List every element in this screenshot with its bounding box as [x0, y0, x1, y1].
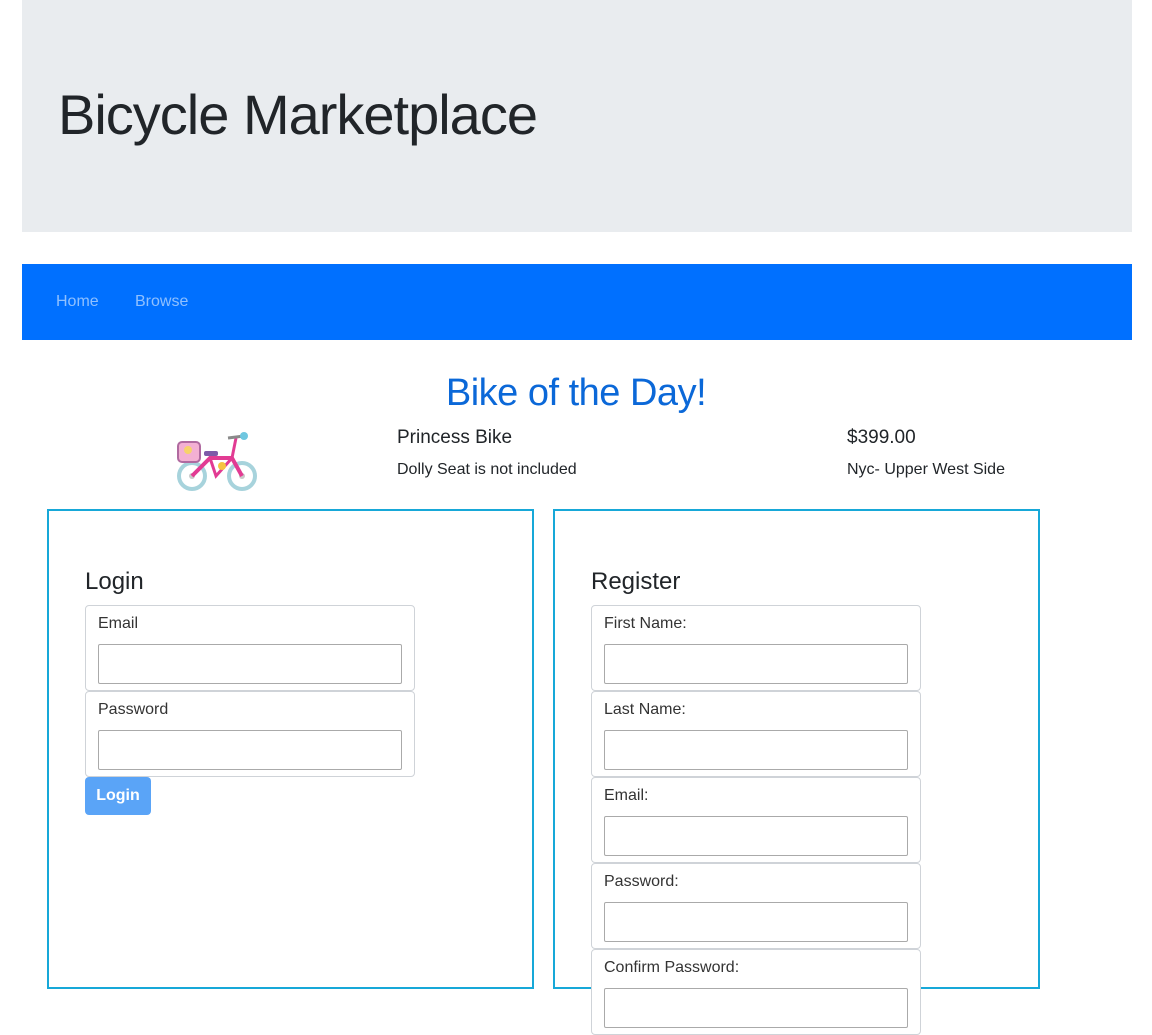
site-title: Bicycle Marketplace [58, 83, 538, 146]
register-panel: Register First Name: Last Name: Email: P… [553, 509, 1040, 1035]
nav-home-link[interactable]: Home [56, 293, 99, 311]
confirm-password-label: Confirm Password: [604, 959, 740, 976]
login-password-label: Password [98, 701, 169, 718]
register-last-name-group: Last Name: [591, 691, 921, 777]
login-title: Login [85, 568, 144, 595]
bike-description: Dolly Seat is not included [397, 461, 577, 478]
register-email-input[interactable] [604, 816, 908, 856]
first-name-label: First Name: [604, 615, 687, 632]
first-name-input[interactable] [604, 644, 908, 684]
register-confirm-password-group: Confirm Password: [591, 949, 921, 1035]
confirm-password-input[interactable] [604, 988, 908, 1028]
register-first-name-group: First Name: [591, 605, 921, 691]
register-title: Register [591, 568, 681, 595]
register-email-label: Email: [604, 787, 649, 804]
login-email-label: Email [98, 615, 139, 632]
nav-browse-link[interactable]: Browse [135, 293, 188, 311]
login-button[interactable]: Login [85, 777, 151, 815]
navbar: Home Browse [22, 264, 1132, 340]
last-name-input[interactable] [604, 730, 908, 770]
register-email-group: Email: [591, 777, 921, 863]
last-name-label: Last Name: [604, 701, 686, 718]
register-password-group: Password: [591, 863, 921, 949]
bike-price: $399.00 [847, 427, 916, 448]
login-panel: Login Email Password Login [47, 509, 534, 989]
bike-image[interactable] [174, 428, 262, 496]
register-password-input[interactable] [604, 902, 908, 942]
bike-name: Princess Bike [397, 427, 513, 448]
featured-heading: Bike of the Day! [445, 372, 707, 414]
register-password-label: Password: [604, 873, 679, 890]
login-email-group: Email [85, 605, 415, 691]
jumbotron-header: Bicycle Marketplace [22, 0, 1132, 232]
login-email-input[interactable] [98, 644, 402, 684]
login-password-input[interactable] [98, 730, 402, 770]
login-password-group: Password [85, 691, 415, 777]
bike-location: Nyc- Upper West Side [847, 461, 1005, 478]
